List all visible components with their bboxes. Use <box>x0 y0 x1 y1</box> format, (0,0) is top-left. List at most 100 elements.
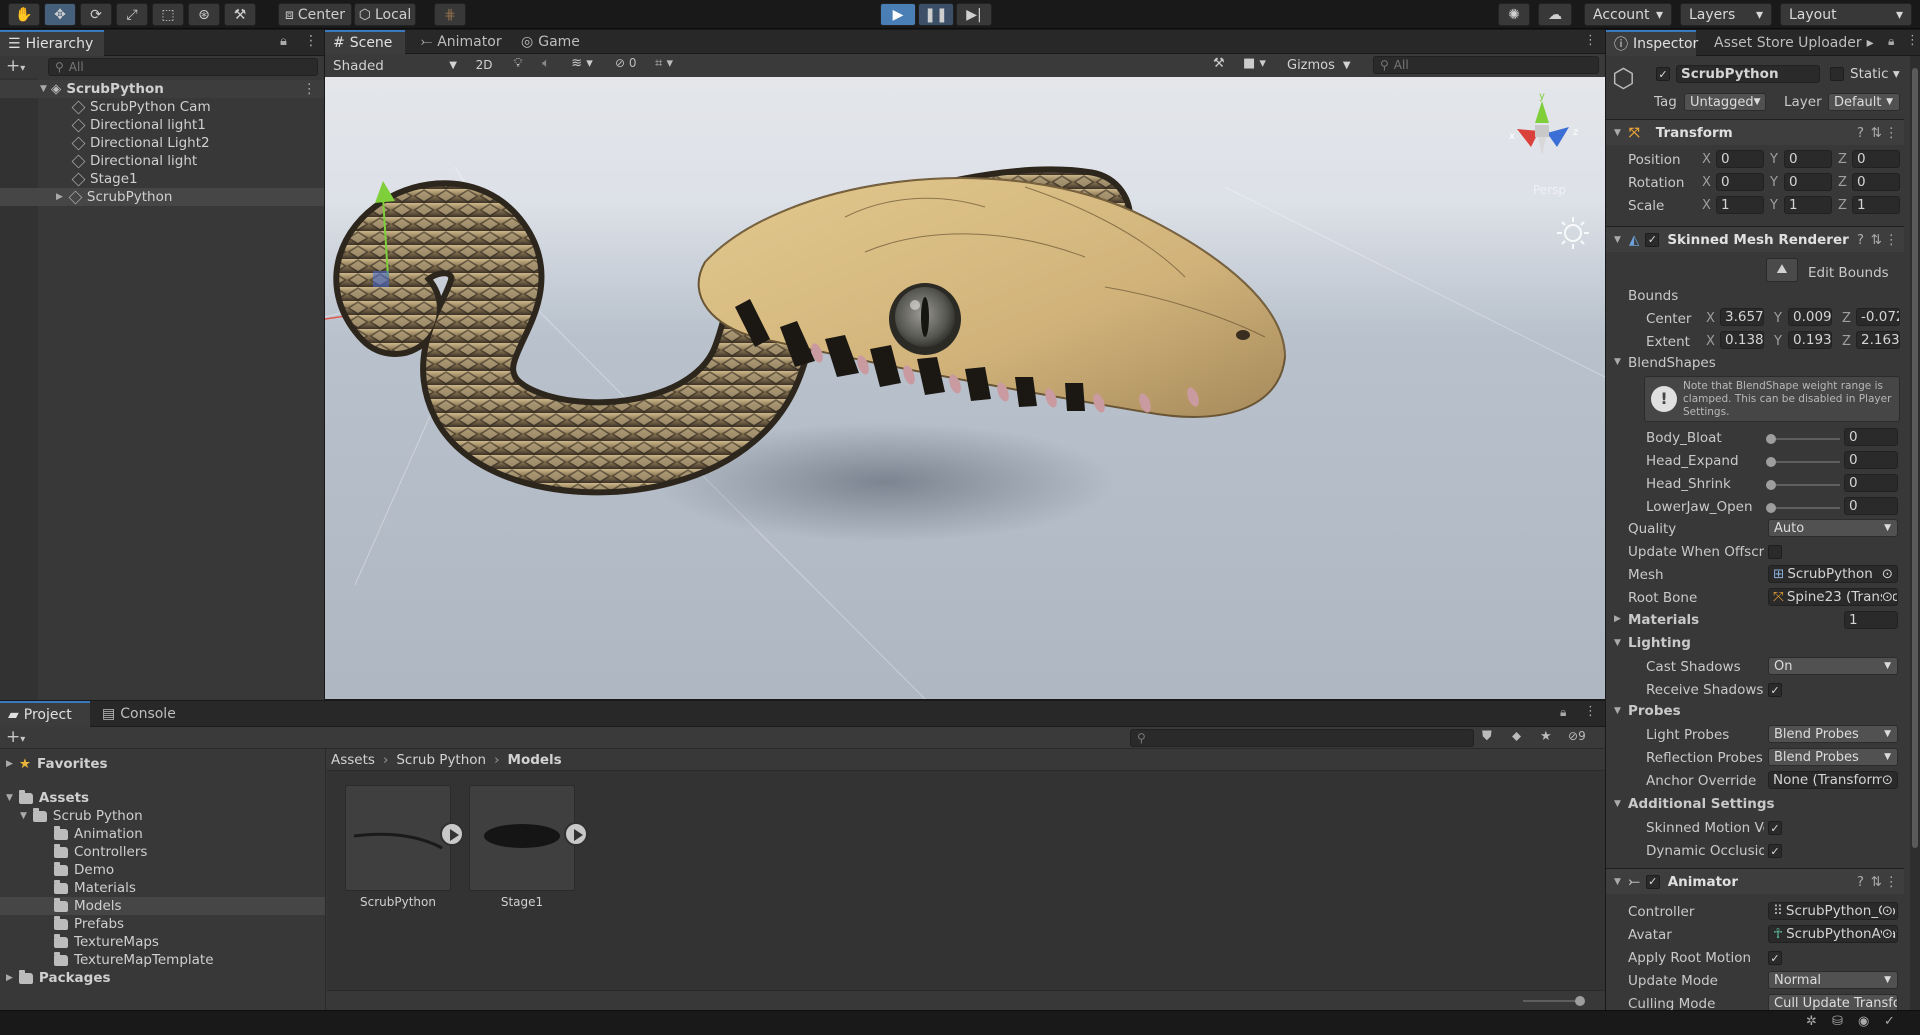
hand-tool-icon[interactable]: ✋ <box>8 3 40 26</box>
transform-y-field[interactable]: 1 <box>1784 196 1832 214</box>
folder-row-selected[interactable]: Models <box>0 897 325 915</box>
blendshape-slider-track[interactable] <box>1770 484 1840 486</box>
grid-visibility-dropdown[interactable]: ⌗ ▾ <box>655 56 701 75</box>
breadcrumb-models[interactable]: Models <box>508 752 562 768</box>
cast-shadows-dropdown[interactable]: On ▼ <box>1768 657 1898 675</box>
static-checkbox[interactable] <box>1830 67 1844 81</box>
help-icon[interactable]: ? <box>1857 232 1864 248</box>
gizmos-dropdown[interactable]: Gizmos ▼ <box>1287 56 1367 75</box>
favorite-star-icon[interactable]: ★ <box>1540 729 1552 744</box>
static-dropdown[interactable]: Static ▾ <box>1850 66 1900 82</box>
tab-scene[interactable]: # Scene <box>325 30 405 54</box>
update-when-offscreen-checkbox[interactable] <box>1768 545 1782 559</box>
object-picker-icon[interactable]: ⊙ <box>1881 772 1893 788</box>
debug-icon[interactable]: ✲ <box>1806 1014 1817 1029</box>
preset-icon[interactable]: ⇅ <box>1871 232 1882 248</box>
rect-tool-icon[interactable]: ⬚ <box>152 3 184 26</box>
object-picker-icon[interactable]: ⊙ <box>1882 566 1893 582</box>
account-dropdown[interactable]: Account ▾ <box>1584 3 1672 26</box>
avatar-field[interactable]: ☥ScrubPythonAvatar⊙ <box>1768 925 1898 943</box>
rotate-tool-icon[interactable]: ⟳ <box>80 3 112 26</box>
blendshape-slider-track[interactable] <box>1770 507 1840 509</box>
blendshape-slider-knob[interactable] <box>1766 503 1776 513</box>
transform-tool-icon[interactable]: ⊛ <box>188 3 220 26</box>
collapse-arrow-icon[interactable]: ▼ <box>1614 799 1621 809</box>
filter-by-type-icon[interactable]: ⛊ <box>1482 729 1492 744</box>
hidden-packages-toggle[interactable]: ⊘9 <box>1568 729 1586 743</box>
scrub-python-folder-row[interactable]: ▼ Scrub Python <box>0 807 325 825</box>
inspector-scrollbar[interactable] <box>1910 56 1920 1010</box>
layout-dropdown[interactable]: Layout ▾ <box>1780 3 1912 26</box>
scene-root-row[interactable]: ▼ ◈ ScrubPython ⋮ <box>0 80 324 98</box>
collapse-arrow-icon[interactable]: ▼ <box>1614 638 1621 648</box>
active-checkbox[interactable]: ✓ <box>1656 67 1670 81</box>
component-enabled-checkbox[interactable]: ✓ <box>1645 874 1660 889</box>
hierarchy-item[interactable]: Directional Light2 <box>0 134 324 152</box>
check-icon[interactable]: ✓ <box>1884 1014 1895 1029</box>
grid-snap-icon[interactable]: ⋕ <box>434 3 466 26</box>
transform-z-field[interactable]: 1 <box>1852 196 1900 214</box>
update-mode-dropdown[interactable]: Normal ▼ <box>1768 971 1898 989</box>
root-bone-field[interactable]: ⤧Spine23 (Transform)⊙ <box>1768 588 1898 606</box>
expand-arrow-icon[interactable]: ▶ <box>1614 614 1621 624</box>
skinned-motion-vectors-checkbox[interactable]: ✓ <box>1768 821 1782 835</box>
breadcrumb-scrub-python[interactable]: Scrub Python <box>396 752 486 768</box>
camera-dropdown[interactable]: ■ ▾ <box>1243 56 1281 75</box>
blendshape-slider-knob[interactable] <box>1766 457 1776 467</box>
component-enabled-checkbox[interactable]: ✓ <box>1645 232 1660 247</box>
object-name-field[interactable]: ScrubPython <box>1676 65 1820 83</box>
packages-row[interactable]: ▶ Packages <box>0 969 325 987</box>
services-icon[interactable]: ✺ <box>1498 3 1530 26</box>
tab-console[interactable]: ▤ Console <box>94 701 184 727</box>
play-preview-icon[interactable] <box>440 822 464 846</box>
asset-tile[interactable] <box>469 785 588 891</box>
tab-hierarchy[interactable]: ☰ Hierarchy <box>0 30 104 56</box>
scene-orientation-gizmo[interactable]: y x z <box>1495 87 1595 177</box>
favorites-row[interactable]: ▶ ★ Favorites <box>0 755 325 773</box>
tag-dropdown[interactable]: Untagged ▼ <box>1684 93 1766 111</box>
folder-row[interactable]: Prefabs <box>0 915 325 933</box>
center-y-field[interactable]: 0.0096 <box>1788 308 1832 326</box>
add-object-button[interactable]: +▾ <box>6 56 25 76</box>
hierarchy-item-selected[interactable]: ▶ ScrubPython <box>0 188 324 206</box>
lock-icon[interactable]: 🔒︎ <box>1560 705 1566 720</box>
transform-x-field[interactable]: 0 <box>1716 173 1764 191</box>
play-preview-icon[interactable] <box>564 822 588 846</box>
lighting-toggle-icon[interactable]: 💡︎ <box>505 56 531 75</box>
dynamic-occlusion-checkbox[interactable]: ✓ <box>1768 844 1782 858</box>
folder-row[interactable]: Materials <box>0 879 325 897</box>
reflection-probes-dropdown[interactable]: Blend Probes ▼ <box>1768 748 1898 766</box>
apply-root-motion-checkbox[interactable]: ✓ <box>1768 951 1782 965</box>
audio-toggle-icon[interactable]: 🔈︎ <box>533 56 559 75</box>
mesh-field[interactable]: ⊞ ScrubPython ⊙ <box>1768 565 1898 583</box>
kebab-menu-icon[interactable]: ⋮ <box>304 33 318 49</box>
asset-tile[interactable] <box>345 785 464 891</box>
extent-z-field[interactable]: 2.163 <box>1856 331 1900 349</box>
move-tool-icon[interactable]: ✥ <box>44 3 76 26</box>
object-picker-icon[interactable]: ⊙ <box>1881 589 1893 605</box>
shading-mode-dropdown[interactable]: Shaded ▼ <box>329 56 461 75</box>
hierarchy-item[interactable]: Directional light <box>0 152 324 170</box>
hierarchy-item[interactable]: ScrubPython Cam <box>0 98 324 116</box>
animator-header[interactable]: ▼ ⤚ ✓ Animator ? ⇅ ⋮ <box>1606 868 1904 894</box>
transform-y-field[interactable]: 0 <box>1784 150 1832 168</box>
help-icon[interactable]: ? <box>1857 125 1864 141</box>
kebab-menu-icon[interactable]: ⋮ <box>1906 33 1919 48</box>
center-z-field[interactable]: -0.072 <box>1856 308 1900 326</box>
kebab-menu-icon[interactable]: ⋮ <box>1885 874 1899 890</box>
zoom-slider-knob[interactable] <box>1575 996 1585 1006</box>
effects-dropdown[interactable]: ≋ ▾ <box>561 56 603 75</box>
layer-dropdown[interactable]: Default ▼ <box>1828 93 1900 111</box>
preset-icon[interactable]: ⇅ <box>1871 874 1882 890</box>
light-probes-dropdown[interactable]: Blend Probes ▼ <box>1768 725 1898 743</box>
create-asset-button[interactable]: +▾ <box>6 727 25 747</box>
hierarchy-search-input[interactable]: ⚲ All <box>48 58 318 76</box>
blendshape-value-field[interactable]: 0 <box>1844 474 1898 492</box>
transform-x-field[interactable]: 0 <box>1716 150 1764 168</box>
breadcrumb-assets[interactable]: Assets <box>331 752 375 768</box>
folder-row[interactable]: TextureMaps <box>0 933 325 951</box>
transform-y-field[interactable]: 0 <box>1784 173 1832 191</box>
transform-z-field[interactable]: 0 <box>1852 150 1900 168</box>
kebab-menu-icon[interactable]: ⋮ <box>303 81 317 97</box>
folder-row[interactable]: TextureMapTemplate <box>0 951 325 969</box>
